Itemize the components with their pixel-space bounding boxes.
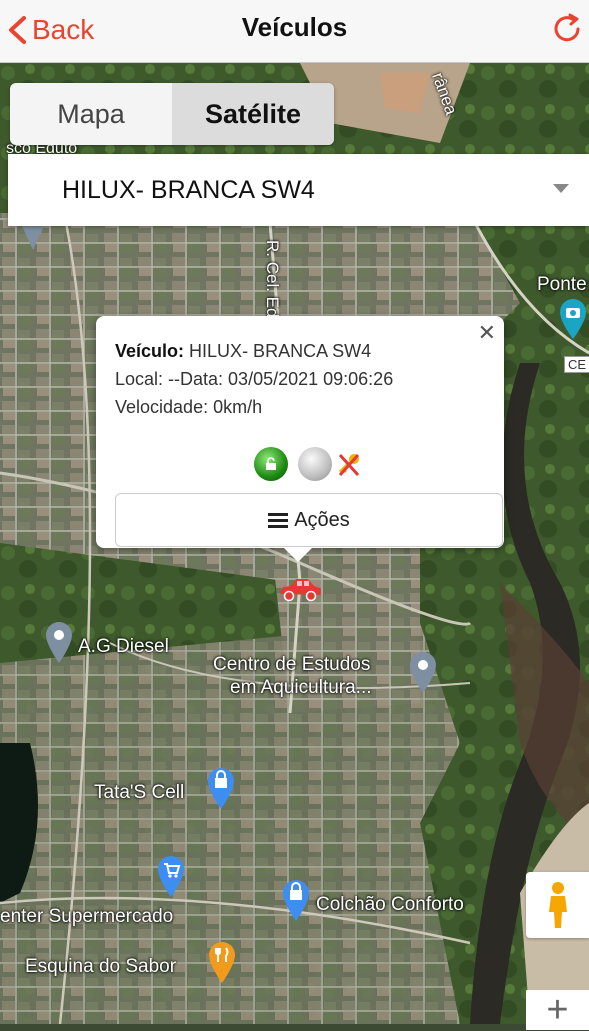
- vehicle-select-value: HILUX- BRANCA SW4: [62, 176, 315, 204]
- place-label-ponte: Ponte: [537, 274, 587, 295]
- ignition-status-icon: [298, 447, 332, 481]
- page-title: Veículos: [241, 12, 348, 42]
- shopping-bag-pin-icon[interactable]: [206, 766, 236, 810]
- refresh-icon[interactable]: [551, 12, 585, 46]
- actions-label: Ações: [294, 508, 350, 531]
- shopping-bag-pin-icon[interactable]: [281, 878, 311, 922]
- popup-pointer: [284, 548, 312, 562]
- map-type-segmented-control: Mapa Satélite: [10, 83, 334, 145]
- zoom-in-button[interactable]: +: [526, 990, 589, 1030]
- speed-text: Velocidade: 0km/h: [115, 397, 263, 417]
- location-pin-icon[interactable]: [18, 222, 48, 252]
- key-off-icon: [338, 453, 360, 477]
- road-shield: CE: [564, 356, 589, 373]
- caret-down-icon: [553, 184, 569, 193]
- plus-icon: +: [546, 989, 569, 1031]
- navigation-bar: Back Veículos: [0, 0, 589, 63]
- place-label-tatas: Tata'S Cell: [94, 782, 185, 803]
- vehicle-select[interactable]: HILUX- BRANCA SW4: [8, 154, 589, 226]
- lock-status-icon: [254, 447, 288, 481]
- menu-icon: [268, 513, 289, 528]
- vehicle-line: Veículo: HILUX- BRANCA SW4: [115, 341, 371, 362]
- location-pin-icon[interactable]: [408, 650, 438, 694]
- place-label-supermercado: enter Supermercado: [0, 906, 174, 927]
- camera-pin-icon[interactable]: [558, 298, 588, 340]
- actions-button[interactable]: Ações: [115, 493, 503, 547]
- place-label-diesel: A.G Diesel: [78, 636, 169, 657]
- location-pin-icon[interactable]: [44, 620, 74, 664]
- place-label-centro-line2: em Aquicultura...: [230, 677, 372, 698]
- status-indicators: [254, 447, 364, 481]
- tab-satelite[interactable]: Satélite: [172, 83, 334, 145]
- close-icon[interactable]: ✕: [478, 320, 496, 346]
- vehicle-info-popup: ✕ Veículo: HILUX- BRANCA SW4 Local: --Da…: [96, 316, 504, 562]
- pegman-icon: [548, 882, 567, 928]
- car-marker-icon[interactable]: [277, 576, 323, 604]
- vehicle-value: HILUX- BRANCA SW4: [189, 341, 372, 361]
- place-label-centro: Centro de Estudos: [213, 654, 371, 675]
- cart-pin-icon[interactable]: [156, 854, 186, 898]
- street-label: R. Cel. Ed: [263, 240, 282, 318]
- place-label-colchao: Colchão Conforto: [316, 894, 464, 915]
- street-view-pegman-button[interactable]: [526, 872, 589, 938]
- restaurant-pin-icon[interactable]: [207, 940, 237, 984]
- vehicle-label: Veículo:: [115, 341, 185, 361]
- local-date-text: Local: --Data: 03/05/2021 09:06:26: [115, 369, 394, 389]
- tab-mapa[interactable]: Mapa: [10, 83, 172, 145]
- place-label-esquina: Esquina do Sabor: [25, 956, 177, 977]
